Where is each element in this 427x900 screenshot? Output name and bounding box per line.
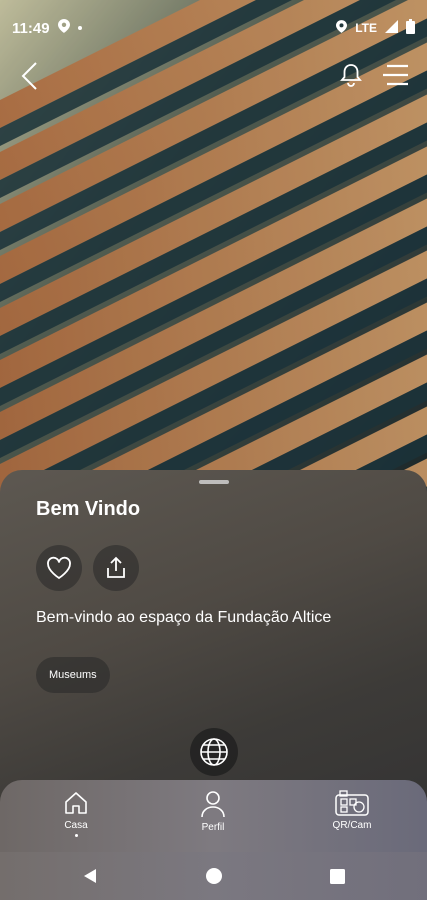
battery-icon: [406, 18, 415, 38]
nav-item-perfil[interactable]: Perfil: [173, 790, 253, 833]
top-navigation: [0, 56, 427, 96]
status-bar: 11:49 LTE: [0, 0, 427, 56]
category-tag-label: Museums: [49, 669, 97, 681]
menu-icon: [383, 64, 408, 86]
clock: 11:49: [12, 19, 50, 37]
description: Bem-vindo ao espaço da Fundação Altice: [36, 609, 332, 626]
menu-button[interactable]: [380, 60, 410, 90]
triangle-back-icon: [84, 869, 96, 883]
category-tag[interactable]: Museums: [36, 657, 110, 693]
system-navigation-bar: [0, 852, 427, 900]
back-button[interactable]: [14, 56, 44, 96]
heart-icon: [47, 556, 71, 580]
chevron-left-icon: [21, 62, 37, 90]
globe-icon: [200, 738, 228, 766]
share-icon: [107, 556, 125, 578]
square-recents-icon: [329, 868, 345, 884]
active-indicator: [74, 834, 78, 837]
bottom-navigation: Casa Perfil QR/Cam: [0, 780, 427, 852]
qr-camera-icon: [335, 790, 369, 816]
location-icon: [57, 19, 70, 37]
share-button[interactable]: [93, 545, 139, 591]
system-back-button[interactable]: [78, 864, 102, 888]
location-icon: [336, 19, 348, 37]
nav-item-label: QR/Cam: [332, 820, 372, 831]
nav-item-label: Perfil: [201, 822, 225, 833]
bell-icon: [340, 64, 362, 87]
website-button[interactable]: [190, 728, 238, 776]
nav-item-label: Casa: [64, 820, 88, 831]
person-icon: [201, 791, 225, 818]
signal-icon: [385, 19, 398, 37]
system-recents-button[interactable]: [325, 864, 349, 888]
notifications-button[interactable]: [337, 60, 365, 90]
favorite-button[interactable]: [36, 545, 82, 591]
circle-home-icon: [206, 868, 222, 884]
drag-handle[interactable]: [199, 480, 229, 484]
notification-dot-icon: [77, 26, 82, 30]
nav-item-qr-cam[interactable]: QR/Cam: [312, 790, 392, 831]
nav-item-casa[interactable]: Casa: [36, 790, 116, 837]
home-icon: [65, 792, 87, 814]
system-home-button[interactable]: [202, 864, 226, 888]
network-type: LTE: [355, 21, 377, 35]
page-title: Bem Vindo: [36, 498, 141, 520]
